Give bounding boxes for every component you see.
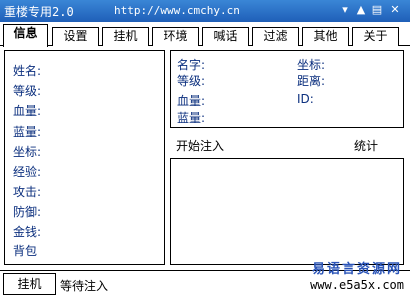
character-info-panel: 姓名: 等级: 血量: 蓝量: 坐标: 经验: 攻击: 防御: 金钱: 背包	[4, 50, 165, 265]
tab-bar: 信息 设置 挂机 环境 喊话 过滤 其他 关于	[0, 24, 410, 47]
tab-autoplay[interactable]: 挂机	[102, 27, 149, 46]
restore-icon[interactable]: ▾	[338, 3, 352, 17]
label-attack: 攻击:	[13, 185, 42, 199]
target-label-mp: 蓝量:	[177, 111, 206, 125]
tab-info[interactable]: 信息	[3, 24, 48, 47]
menu-icon[interactable]: ▤	[370, 3, 384, 17]
watermark-chinese: 易语言资源网	[311, 262, 402, 277]
inject-log-box[interactable]	[170, 158, 404, 265]
close-icon[interactable]: ✕	[388, 3, 402, 17]
label-coords: 坐标:	[13, 145, 42, 159]
app-title: 重楼专用2.0	[4, 5, 74, 19]
tab-other[interactable]: 其他	[302, 27, 349, 46]
target-label-id: ID:	[297, 92, 314, 106]
title-url: http://www.cmchy.cn	[114, 4, 240, 17]
minimize-up-icon[interactable]: ▲	[354, 3, 368, 17]
label-defense: 防御:	[13, 205, 42, 219]
label-level: 等级:	[13, 84, 42, 98]
tab-about[interactable]: 关于	[352, 27, 399, 46]
app-window: 重楼专用2.0 http://www.cmchy.cn ▾ ▲ ▤ ✕ 信息 设…	[0, 0, 410, 296]
stats-label: 统计	[354, 139, 379, 153]
tab-shout[interactable]: 喊话	[202, 27, 249, 46]
label-exp: 经验:	[13, 165, 42, 179]
tab-environment[interactable]: 环境	[152, 27, 199, 46]
label-hp: 血量:	[13, 104, 42, 118]
target-label-name: 名字:	[177, 58, 206, 72]
target-label-coords: 坐标:	[297, 58, 326, 72]
target-label-level: 等级:	[177, 74, 206, 88]
tab-filter[interactable]: 过滤	[252, 27, 299, 46]
target-label-hp: 血量:	[177, 94, 206, 108]
target-label-distance: 距离:	[297, 74, 326, 88]
label-name: 姓名:	[13, 64, 42, 78]
target-info-panel: 名字: 等级: 血量: 蓝量: 坐标: 距离: ID:	[170, 50, 404, 128]
watermark-url: www.e5a5x.com	[310, 278, 404, 292]
label-bag: 背包	[13, 244, 38, 258]
autoplay-button[interactable]: 挂机	[3, 273, 56, 295]
start-inject-label: 开始注入	[176, 139, 225, 153]
title-bar[interactable]: 重楼专用2.0 http://www.cmchy.cn ▾ ▲ ▤ ✕	[0, 0, 410, 22]
label-gold: 金钱:	[13, 225, 42, 239]
tab-settings[interactable]: 设置	[52, 27, 99, 46]
status-text: 等待注入	[60, 279, 109, 293]
label-mp: 蓝量:	[13, 125, 42, 139]
